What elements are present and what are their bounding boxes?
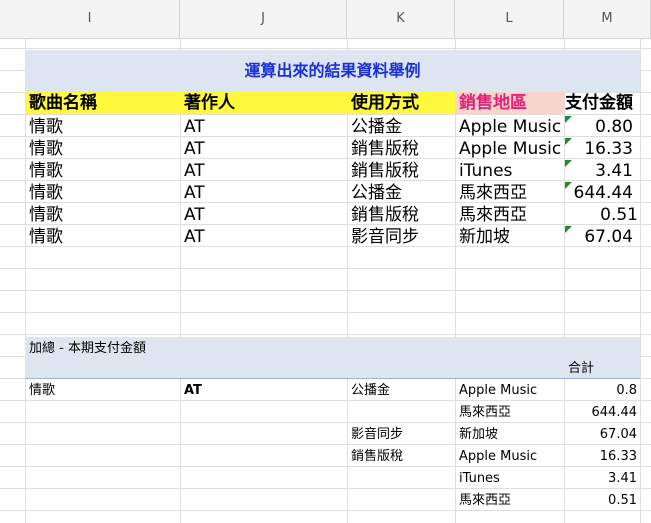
cell-author[interactable]: AT bbox=[184, 182, 344, 204]
summary-amount[interactable]: 67.04 bbox=[565, 424, 637, 446]
summary-amount[interactable]: 644.44 bbox=[565, 402, 638, 424]
cell-amount[interactable]: 67.04 bbox=[565, 226, 633, 248]
cell-region[interactable]: iTunes bbox=[459, 160, 563, 182]
cell-usage[interactable]: 銷售版稅 bbox=[351, 204, 454, 226]
summary-region[interactable]: 馬來西亞 bbox=[459, 402, 563, 424]
summary-author[interactable]: AT bbox=[184, 380, 334, 402]
cell-song[interactable]: 情歌 bbox=[29, 226, 179, 248]
table-title[interactable]: 運算出來的結果資料舉例 bbox=[25, 60, 640, 82]
cell-amount[interactable]: 16.33 bbox=[565, 138, 633, 160]
row-gridline bbox=[0, 268, 651, 269]
cell-region[interactable]: 馬來西亞 bbox=[459, 182, 563, 204]
column-header-j[interactable]: J bbox=[180, 0, 347, 38]
cell-amount[interactable]: 644.44 bbox=[565, 182, 633, 204]
summary-label[interactable]: 加總 - 本期支付金額 bbox=[29, 338, 329, 360]
row-gridline bbox=[0, 312, 651, 313]
row-gridline bbox=[0, 290, 651, 291]
cell-amount[interactable]: 0.80 bbox=[565, 116, 633, 138]
header-author[interactable]: 著作人 bbox=[184, 92, 344, 114]
summary-region[interactable]: 新加坡 bbox=[459, 424, 563, 446]
cell-amount[interactable]: 3.41 bbox=[565, 160, 633, 182]
cell-song[interactable]: 情歌 bbox=[29, 182, 179, 204]
cell-song[interactable]: 情歌 bbox=[29, 160, 179, 182]
cell-author[interactable]: AT bbox=[184, 160, 344, 182]
summary-amount[interactable]: 3.41 bbox=[565, 468, 637, 490]
cell-song[interactable]: 情歌 bbox=[29, 138, 179, 160]
column-header-m[interactable]: M bbox=[564, 0, 651, 38]
cell-author[interactable]: AT bbox=[184, 226, 344, 248]
summary-song[interactable]: 情歌 bbox=[29, 380, 179, 402]
column-header-bar: I J K L M bbox=[0, 0, 651, 39]
summary-usage[interactable]: 銷售版稅 bbox=[351, 446, 451, 468]
cell-region[interactable]: Apple Music bbox=[459, 138, 563, 160]
cell-usage[interactable]: 公播金 bbox=[351, 182, 454, 204]
cell-author[interactable]: AT bbox=[184, 204, 344, 226]
summary-amount[interactable]: 0.8 bbox=[565, 380, 637, 402]
cell-author[interactable]: AT bbox=[184, 138, 344, 160]
cell-song[interactable]: 情歌 bbox=[29, 204, 179, 226]
summary-usage[interactable]: 公播金 bbox=[351, 380, 451, 402]
column-header-l[interactable]: L bbox=[455, 0, 564, 38]
cell-usage[interactable]: 影音同步 bbox=[351, 226, 454, 248]
header-region[interactable]: 銷售地區 bbox=[459, 92, 563, 114]
cell-song[interactable]: 情歌 bbox=[29, 116, 179, 138]
header-payment[interactable]: 支付金額 bbox=[565, 92, 651, 114]
row-gridline bbox=[0, 114, 651, 115]
column-header-k[interactable]: K bbox=[347, 0, 455, 38]
header-usage[interactable]: 使用方式 bbox=[351, 92, 451, 114]
summary-total-header[interactable]: 合計 bbox=[568, 358, 628, 380]
row-gridline bbox=[0, 48, 651, 49]
cell-usage[interactable]: 公播金 bbox=[351, 116, 454, 138]
summary-region[interactable]: Apple Music bbox=[459, 380, 563, 402]
spreadsheet: I J K L M 運算出來的結果資料舉例 歌曲名稱 著作人 使用方式 銷售地區… bbox=[0, 0, 651, 523]
cell-usage[interactable]: 銷售版稅 bbox=[351, 160, 454, 182]
summary-band-border bbox=[25, 378, 640, 379]
cell-usage[interactable]: 銷售版稅 bbox=[351, 138, 454, 160]
cell-region[interactable]: 馬來西亞 bbox=[459, 204, 563, 226]
summary-region[interactable]: Apple Music bbox=[459, 446, 563, 468]
cell-region[interactable]: 新加坡 bbox=[459, 226, 563, 248]
column-header-i[interactable]: I bbox=[0, 0, 180, 38]
summary-amount[interactable]: 16.33 bbox=[565, 446, 637, 468]
summary-region[interactable]: 馬來西亞 bbox=[459, 490, 563, 512]
row-gridline bbox=[0, 334, 651, 335]
cell-region[interactable]: Apple Music bbox=[459, 116, 563, 138]
summary-region[interactable]: iTunes bbox=[459, 468, 563, 490]
summary-amount[interactable]: 0.51 bbox=[565, 490, 637, 512]
header-song[interactable]: 歌曲名稱 bbox=[29, 92, 179, 114]
summary-usage[interactable]: 影音同步 bbox=[351, 424, 451, 446]
cell-amount[interactable]: 0.51 bbox=[565, 204, 638, 226]
cell-author[interactable]: AT bbox=[184, 116, 344, 138]
